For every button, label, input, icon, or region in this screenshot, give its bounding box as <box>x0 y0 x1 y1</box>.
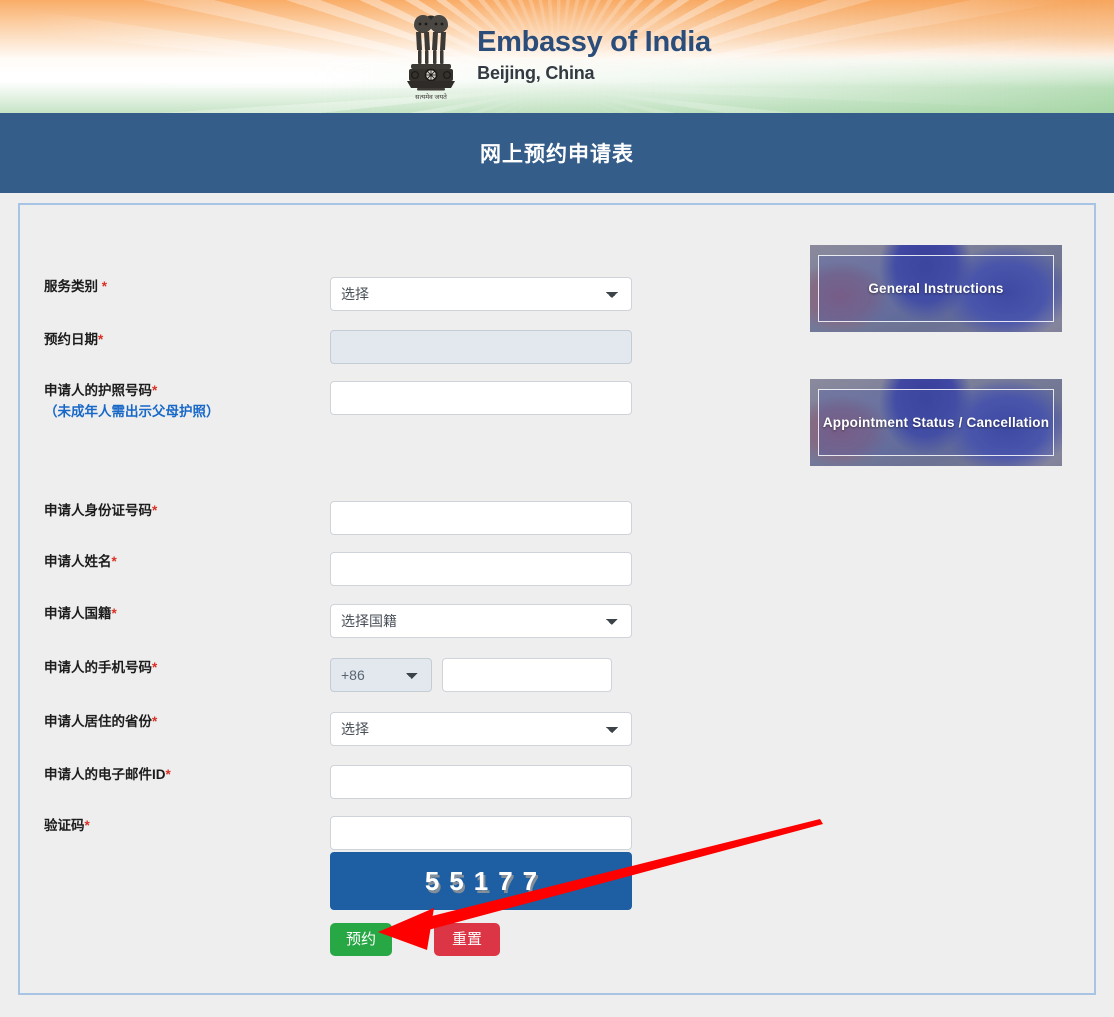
required-marker: * <box>84 818 90 833</box>
general-instructions-overlay: General Instructions <box>818 255 1054 322</box>
appointment-form-card: 服务类别 * 选择 预约日期* 申请人的护照号码* （未成年人需出示父母护照） <box>18 203 1096 995</box>
label-email: 申请人的电子邮件ID* <box>44 767 171 782</box>
label-mobile-number: 申请人的手机号码* <box>44 660 158 675</box>
required-marker: * <box>111 554 117 569</box>
embassy-title: Embassy of India <box>477 25 711 58</box>
required-marker: * <box>152 503 158 518</box>
label-applicant-name: 申请人姓名* <box>44 554 117 569</box>
applicant-name-input[interactable] <box>330 552 632 586</box>
captcha-image[interactable]: 55177 <box>330 852 632 910</box>
required-marker: * <box>98 332 104 347</box>
email-input[interactable] <box>330 765 632 799</box>
label-appointment-date: 预约日期* <box>44 332 104 347</box>
required-marker: * <box>152 383 158 398</box>
page-title-bar: 网上预约申请表 <box>0 113 1114 193</box>
svg-text:सत्यमेव जयते: सत्यमेव जयते <box>415 93 447 101</box>
nationality-select[interactable]: 选择国籍 <box>330 604 632 638</box>
required-marker: * <box>152 714 158 729</box>
service-category-select[interactable]: 选择 <box>330 277 632 311</box>
required-marker: * <box>98 279 108 294</box>
required-marker: * <box>152 660 158 675</box>
reset-form-button[interactable]: 重置 <box>434 923 501 956</box>
side-banner-group: General Instructions Appointment Status … <box>810 245 1062 466</box>
side-banner-spacer <box>810 332 1062 379</box>
submit-appointment-button[interactable]: 预约 <box>330 923 393 956</box>
general-instructions-label: General Instructions <box>868 281 1004 296</box>
captcha-code: 55177 <box>424 865 548 896</box>
appointment-status-banner[interactable]: Appointment Status / Cancellation <box>810 379 1062 466</box>
captcha-input[interactable] <box>330 816 632 850</box>
form-actions: 预约 重置 <box>330 923 501 956</box>
country-code-select[interactable]: +86 <box>330 658 432 692</box>
id-number-input[interactable] <box>330 501 632 535</box>
label-nationality: 申请人国籍* <box>44 606 117 621</box>
india-state-emblem-icon: सत्यमेव जयते <box>403 12 459 102</box>
required-marker: * <box>165 767 171 782</box>
passport-minor-note: （未成年人需出示父母护照） <box>44 403 220 419</box>
site-header-banner: सत्यमेव जयते Embassy of India Beijing, C… <box>0 0 1114 113</box>
embassy-location: Beijing, China <box>477 62 595 83</box>
passport-number-input[interactable] <box>330 381 632 415</box>
province-select[interactable]: 选择 <box>330 712 632 746</box>
appointment-date-input[interactable] <box>330 330 632 364</box>
label-passport-number: 申请人的护照号码* （未成年人需出示父母护照） <box>44 381 324 423</box>
label-id-number: 申请人身份证号码* <box>44 503 158 518</box>
label-province: 申请人居住的省份* <box>44 714 158 729</box>
general-instructions-banner[interactable]: General Instructions <box>810 245 1062 332</box>
page-title: 网上预约申请表 <box>480 143 634 166</box>
label-service-category: 服务类别 * <box>44 279 108 294</box>
appointment-status-label: Appointment Status / Cancellation <box>822 415 1050 430</box>
mobile-number-input[interactable] <box>442 658 612 692</box>
label-captcha: 验证码* <box>44 818 90 833</box>
appointment-status-overlay: Appointment Status / Cancellation <box>818 389 1054 456</box>
required-marker: * <box>111 606 117 621</box>
